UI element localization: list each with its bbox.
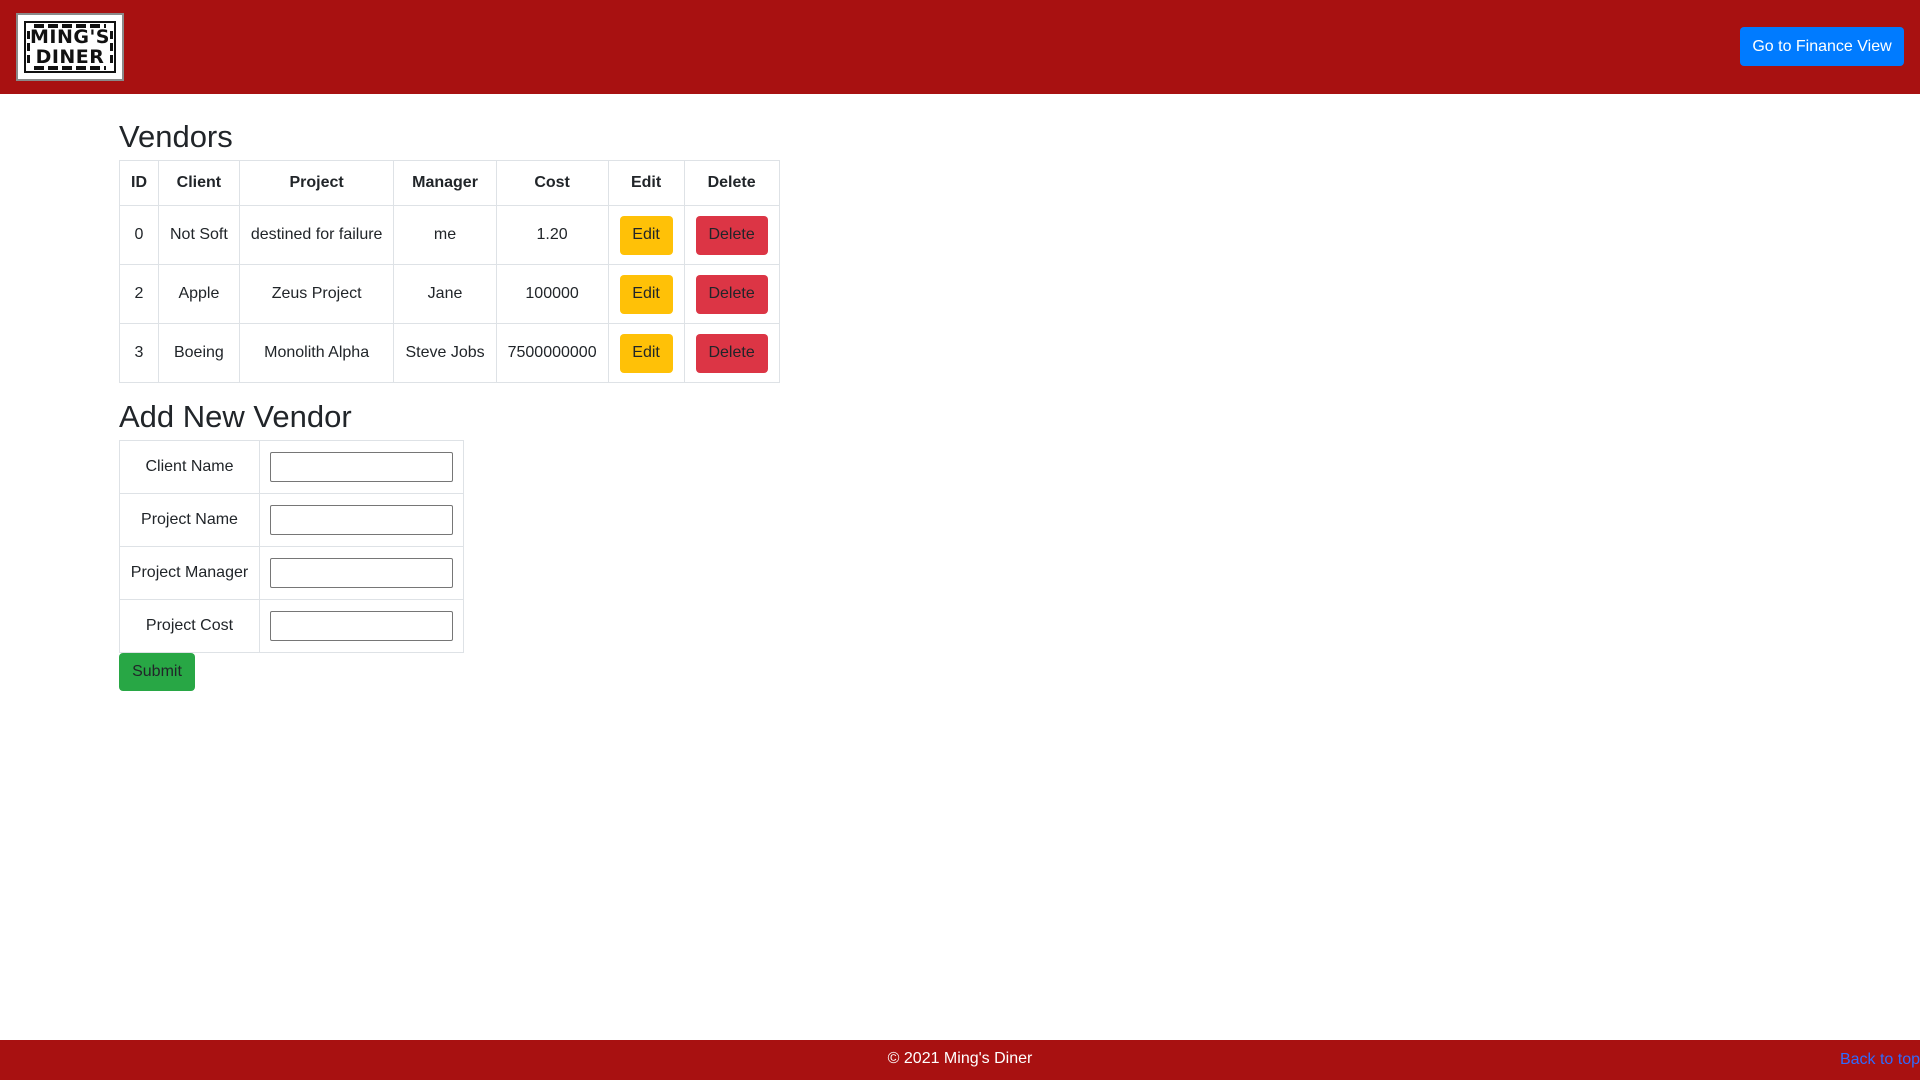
cell-edit: Edit <box>607 264 685 324</box>
project-manager-input[interactable] <box>270 558 453 588</box>
add-new-vendor-heading: Add New Vendor <box>119 399 352 434</box>
project-name-label: Project Name <box>119 493 260 547</box>
form-row-client-name: Client Name <box>119 440 464 494</box>
logo-line-2: DINER <box>35 46 105 68</box>
column-header-id: ID <box>119 160 159 206</box>
table-row: 3 Boeing Monolith Alpha Steve Jobs 75000… <box>119 323 780 383</box>
column-header-delete: Delete <box>683 160 780 206</box>
form-row-project-manager: Project Manager <box>119 546 464 600</box>
project-cost-field-cell <box>259 599 464 653</box>
go-to-finance-view-button[interactable]: Go to Finance View <box>1740 27 1904 66</box>
cell-project: destined for failure <box>238 205 395 265</box>
column-header-edit: Edit <box>607 160 685 206</box>
vendors-table: ID Client Project Manager Cost Edit Dele… <box>119 160 780 383</box>
cell-manager: Steve Jobs <box>393 323 497 383</box>
delete-button[interactable]: Delete <box>695 333 768 373</box>
cell-client: Boeing <box>158 323 240 383</box>
cell-cost: 1.20 <box>495 205 609 265</box>
project-manager-field-cell <box>259 546 464 600</box>
mings-diner-logo[interactable]: MING'S DINER <box>16 13 124 81</box>
cell-cost: 100000 <box>495 264 609 324</box>
back-to-top-link[interactable]: Back to top <box>1840 1051 1920 1069</box>
cell-cost: 7500000000 <box>495 323 609 383</box>
project-cost-input[interactable] <box>270 611 453 641</box>
cell-edit: Edit <box>607 205 685 265</box>
cell-client: Apple <box>158 264 240 324</box>
cell-id: 3 <box>119 323 159 383</box>
add-vendor-form: Client Name Project Name Project Manager… <box>119 440 464 653</box>
vendors-heading: Vendors <box>119 119 233 154</box>
top-navbar: MING'S DINER Go to Finance View <box>0 0 1920 94</box>
table-row: 2 Apple Zeus Project Jane 100000 Edit De… <box>119 264 780 324</box>
column-header-cost: Cost <box>495 160 609 206</box>
project-name-field-cell <box>259 493 464 547</box>
edit-button[interactable]: Edit <box>619 274 673 314</box>
edit-button[interactable]: Edit <box>619 333 673 373</box>
project-name-input[interactable] <box>270 505 453 535</box>
delete-button[interactable]: Delete <box>695 274 768 314</box>
cell-id: 2 <box>119 264 159 324</box>
footer: © 2021 Ming's Diner Back to top <box>0 1040 1920 1080</box>
column-header-manager: Manager <box>393 160 497 206</box>
cell-manager: me <box>393 205 497 265</box>
project-manager-label: Project Manager <box>119 546 260 600</box>
submit-button[interactable]: Submit <box>119 653 195 691</box>
vendors-table-header-row: ID Client Project Manager Cost Edit Dele… <box>119 160 780 206</box>
cell-delete: Delete <box>683 205 780 265</box>
column-header-project: Project <box>238 160 395 206</box>
form-row-project-name: Project Name <box>119 493 464 547</box>
cell-edit: Edit <box>607 323 685 383</box>
logo-line-1: MING'S <box>30 26 110 48</box>
cell-project: Monolith Alpha <box>238 323 395 383</box>
cell-id: 0 <box>119 205 159 265</box>
delete-button[interactable]: Delete <box>695 215 768 255</box>
client-name-label: Client Name <box>119 440 260 494</box>
cell-project: Zeus Project <box>238 264 395 324</box>
edit-button[interactable]: Edit <box>619 215 673 255</box>
cell-manager: Jane <box>393 264 497 324</box>
client-name-field-cell <box>259 440 464 494</box>
table-row: 0 Not Soft destined for failure me 1.20 … <box>119 205 780 265</box>
logo-text: MING'S DINER <box>18 27 122 67</box>
client-name-input[interactable] <box>270 452 453 482</box>
footer-copyright: © 2021 Ming's Diner <box>887 1050 1033 1067</box>
cell-delete: Delete <box>683 264 780 324</box>
cell-delete: Delete <box>683 323 780 383</box>
project-cost-label: Project Cost <box>119 599 260 653</box>
column-header-client: Client <box>158 160 240 206</box>
form-row-project-cost: Project Cost <box>119 599 464 653</box>
cell-client: Not Soft <box>158 205 240 265</box>
